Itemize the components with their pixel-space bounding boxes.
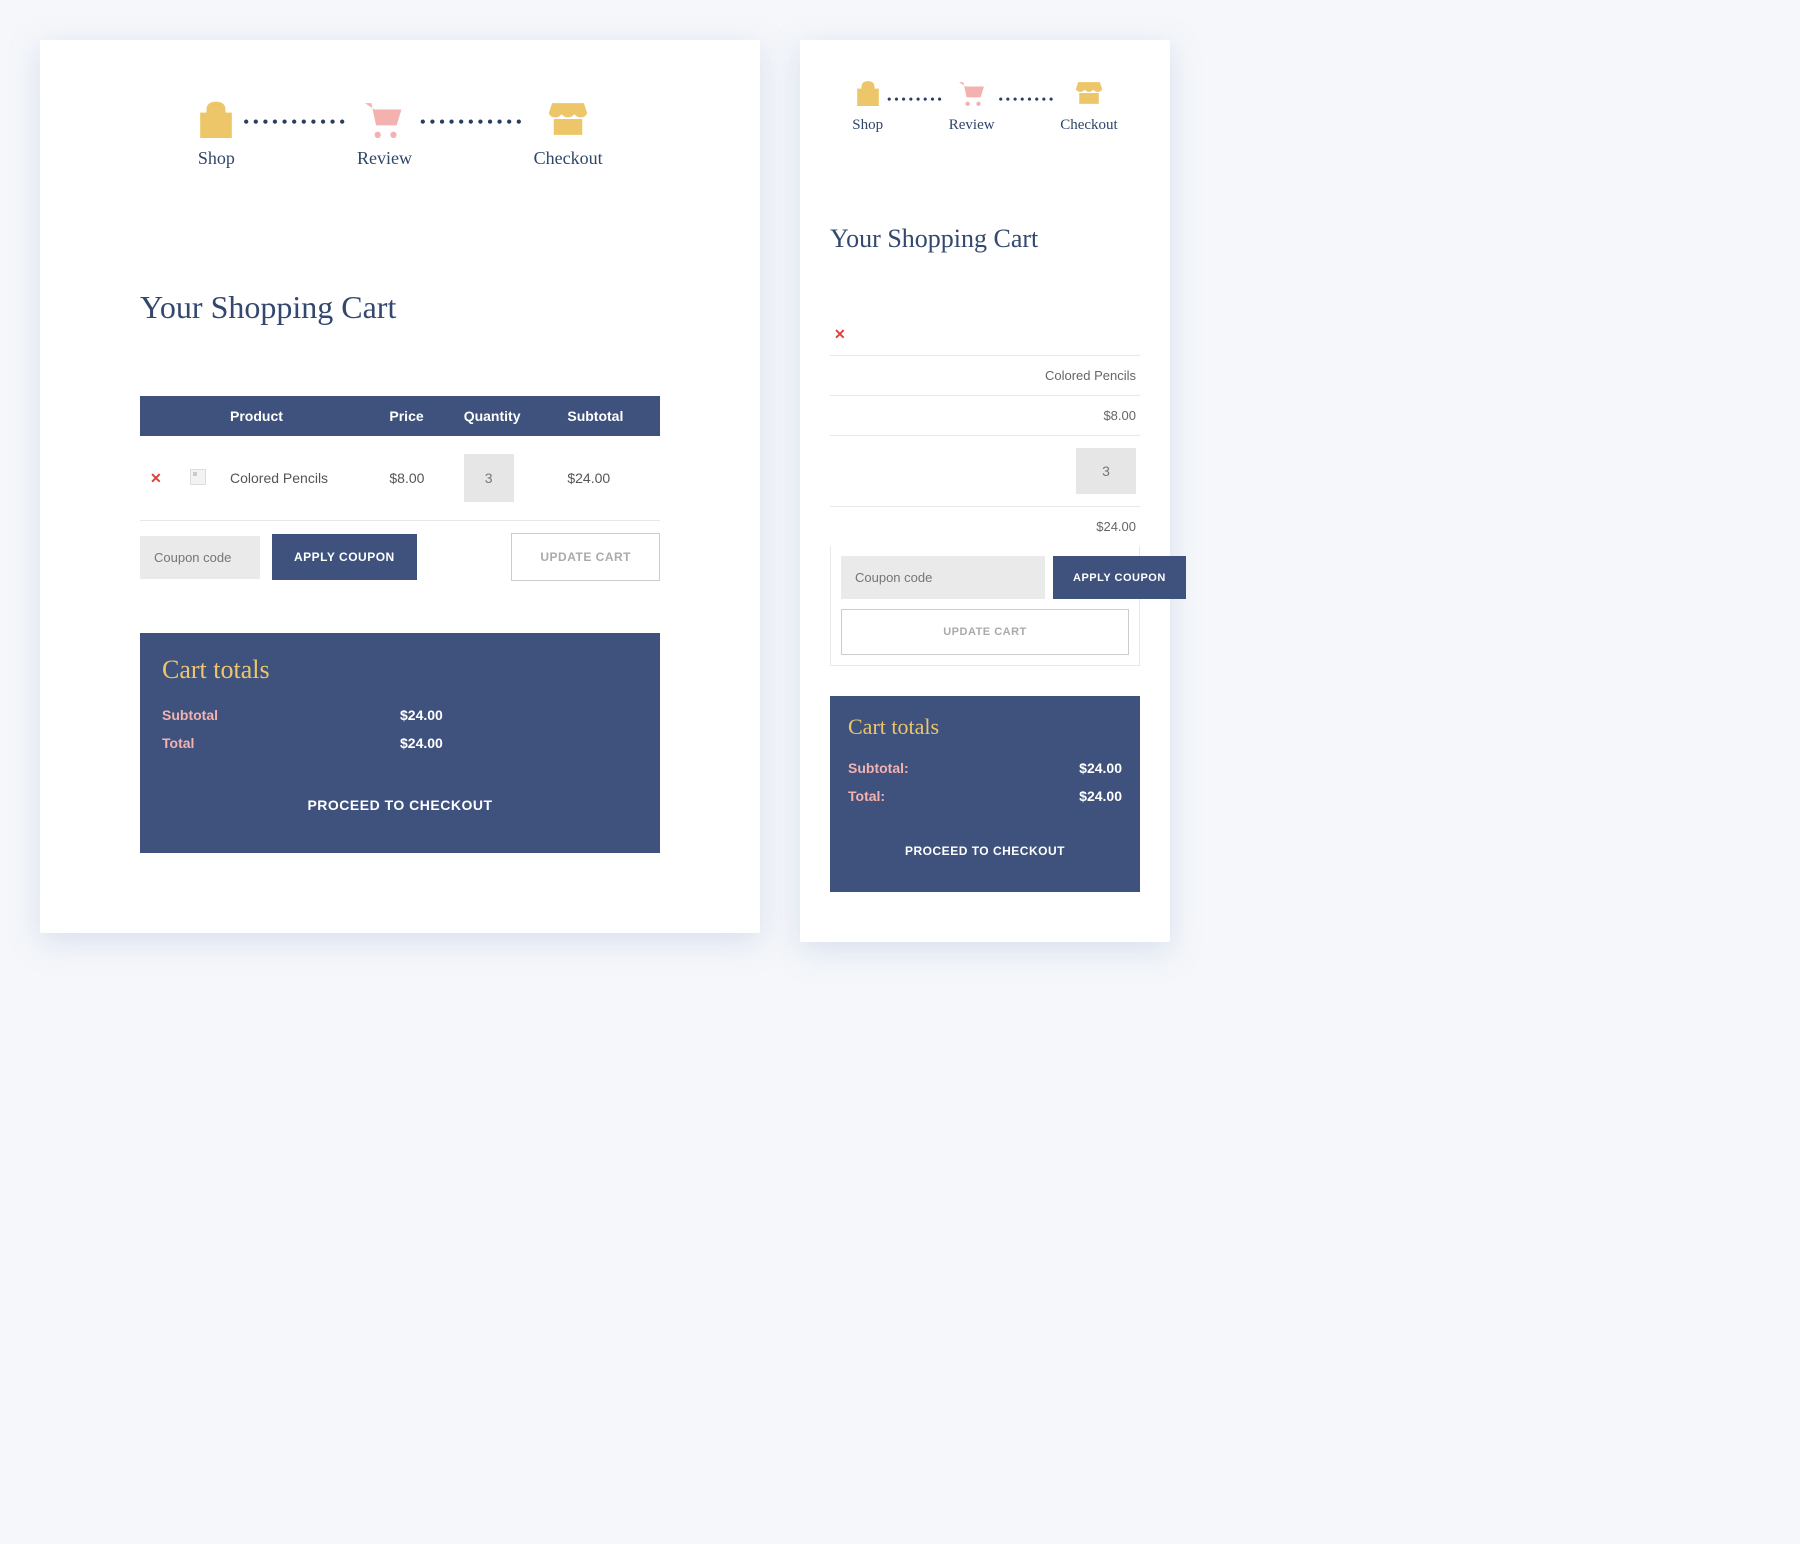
cart-totals: Cart totals Subtotal $24.00 Total $24.00… [140, 633, 660, 853]
remove-item-button[interactable]: ✕ [150, 470, 162, 486]
total-value: $24.00 [400, 735, 443, 751]
product-price: $8.00 [379, 436, 453, 521]
step-label: Shop [198, 148, 235, 168]
update-cart-button[interactable]: UPDATE CART [841, 609, 1129, 655]
step-label: Checkout [1060, 117, 1118, 133]
proceed-to-checkout-button[interactable]: PROCEED TO CHECKOUT [162, 797, 638, 813]
shopping-bag-icon [855, 80, 881, 106]
col-subtotal: Subtotal [557, 396, 660, 436]
cart-totals: Cart totals Subtotal: $24.00 Total: $24.… [830, 696, 1140, 892]
step-review[interactable]: Review [357, 100, 412, 169]
step-shop[interactable]: Shop [197, 100, 235, 169]
totals-heading: Cart totals [162, 655, 638, 685]
apply-coupon-button[interactable]: APPLY COUPON [272, 534, 417, 580]
cart-actions: APPLY COUPON UPDATE CART [140, 521, 660, 593]
apply-coupon-button[interactable]: APPLY COUPON [1053, 556, 1186, 599]
product-name[interactable]: Colored Pencils [220, 436, 379, 521]
update-cart-button[interactable]: UPDATE CART [511, 533, 660, 581]
page-title: Your Shopping Cart [140, 289, 660, 326]
col-product: Product [220, 396, 379, 436]
quantity-input[interactable] [464, 454, 514, 502]
product-name[interactable]: Colored Pencils [1045, 368, 1136, 383]
total-label: Total [162, 735, 400, 751]
store-icon [546, 100, 590, 138]
page-title: Your Shopping Cart [830, 224, 1140, 254]
step-label: Review [949, 117, 995, 133]
shopping-bag-icon [197, 100, 235, 138]
step-shop[interactable]: Shop [852, 80, 883, 134]
mobile-row-name: Colored Pencils [830, 356, 1140, 396]
subtotal-label: Subtotal: [848, 760, 909, 776]
total-value: $24.00 [1079, 788, 1122, 804]
subtotal-value: $24.00 [1079, 760, 1122, 776]
step-divider: •••••••• [883, 92, 949, 123]
mobile-row-remove: ✕ [830, 314, 1140, 356]
step-label: Review [357, 148, 412, 168]
col-price: Price [379, 396, 453, 436]
cart-icon [957, 80, 987, 106]
progress-stepper: Shop ••••••••••• Review ••••••••••• Chec… [40, 100, 760, 169]
product-thumbnail[interactable] [190, 469, 206, 485]
step-review[interactable]: Review [949, 80, 995, 134]
step-label: Checkout [534, 148, 603, 168]
step-divider: •••••••• [995, 92, 1061, 123]
coupon-input[interactable] [140, 536, 260, 579]
totals-heading: Cart totals [848, 714, 1122, 740]
step-checkout[interactable]: Checkout [534, 100, 603, 169]
cart-actions: APPLY COUPON UPDATE CART [830, 546, 1140, 666]
cart-icon [363, 100, 405, 138]
cart-table: Product Price Quantity Subtotal ✕ Colore… [140, 396, 660, 521]
mobile-row-qty [830, 436, 1140, 507]
subtotal-label: Subtotal [162, 707, 400, 723]
mobile-row-subtotal: $24.00 [830, 507, 1140, 546]
store-icon [1074, 80, 1104, 106]
proceed-to-checkout-button[interactable]: PROCEED TO CHECKOUT [848, 844, 1122, 858]
quantity-input[interactable] [1076, 448, 1136, 494]
mobile-row-price: $8.00 [830, 396, 1140, 436]
desktop-view: Shop ••••••••••• Review ••••••••••• Chec… [40, 40, 760, 933]
mobile-view: Shop •••••••• Review •••••••• Checkout Y… [800, 40, 1170, 942]
step-checkout[interactable]: Checkout [1060, 80, 1118, 134]
coupon-input[interactable] [841, 556, 1045, 599]
table-row: ✕ Colored Pencils $8.00 $24.00 [140, 436, 660, 521]
progress-stepper: Shop •••••••• Review •••••••• Checkout [800, 80, 1170, 134]
product-price: $8.00 [1103, 408, 1136, 423]
col-quantity: Quantity [454, 396, 558, 436]
step-label: Shop [852, 117, 883, 133]
subtotal-value: $24.00 [400, 707, 443, 723]
product-subtotal: $24.00 [557, 436, 660, 521]
total-label: Total: [848, 788, 885, 804]
step-divider: ••••••••••• [412, 114, 534, 156]
product-subtotal: $24.00 [1096, 519, 1136, 534]
remove-item-button[interactable]: ✕ [834, 326, 846, 343]
step-divider: ••••••••••• [235, 114, 357, 156]
